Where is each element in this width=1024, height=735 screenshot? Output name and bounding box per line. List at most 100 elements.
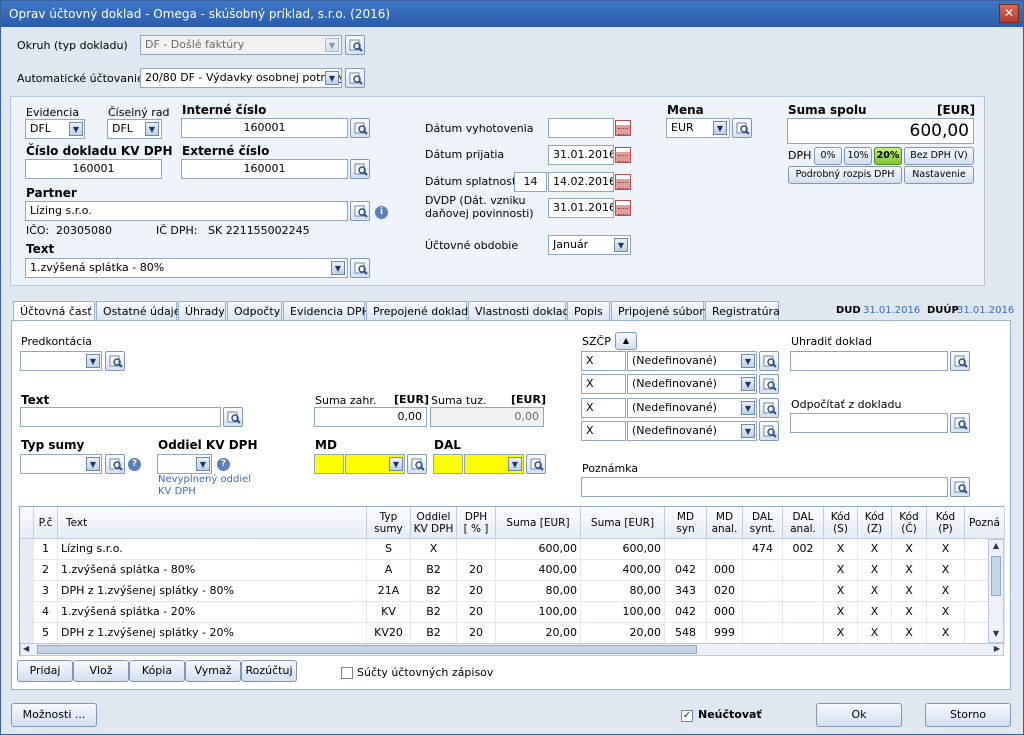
szcp-select-3[interactable]: (Nedefinované) (627, 398, 757, 418)
row-selector[interactable] (20, 560, 34, 581)
table-cell[interactable]: X (824, 602, 858, 623)
chevron-down-icon[interactable]: ▼ (741, 377, 755, 391)
column-header[interactable]: Suma [EUR] (496, 507, 581, 539)
table-cell[interactable]: 3 (34, 581, 58, 602)
kv-dph-input[interactable]: 160001 (25, 159, 162, 179)
table-cell[interactable]: X (858, 623, 892, 644)
szcp-x-1[interactable]: X (581, 351, 626, 371)
lookup-icon[interactable] (350, 201, 370, 221)
column-header[interactable]: Kód (Z) (858, 507, 892, 539)
tab-uctovna-cast[interactable]: Účtovná časť (13, 301, 95, 322)
table-cell[interactable]: 400,00 (496, 560, 581, 581)
row-selector[interactable] (20, 623, 34, 644)
table-cell[interactable]: 474 (743, 539, 783, 560)
dph-20-button[interactable]: 20% (874, 147, 902, 165)
interne-cislo-input[interactable]: 160001 (181, 118, 348, 138)
table-cell[interactable]: 600,00 (496, 539, 581, 560)
lookup-icon[interactable] (407, 454, 427, 474)
table-cell[interactable]: X (892, 602, 927, 623)
column-header[interactable]: P.č (34, 507, 58, 539)
table-cell[interactable]: 20 (457, 602, 496, 623)
table-cell[interactable]: X (892, 560, 927, 581)
ok-button[interactable]: Ok (816, 703, 902, 727)
chevron-down-icon[interactable]: ▼ (389, 457, 403, 471)
kopia-button[interactable]: Kópia (129, 660, 185, 682)
scroll-right-icon[interactable]: ▶ (994, 644, 1000, 653)
row-selector[interactable] (20, 581, 34, 602)
lookup-icon[interactable] (350, 118, 370, 138)
column-header[interactable]: DAL anal. (783, 507, 824, 539)
table-cell[interactable]: X (927, 560, 965, 581)
column-header[interactable]: Typ sumy (367, 507, 411, 539)
table-cell[interactable]: KV20 (367, 623, 411, 644)
chevron-down-icon[interactable]: ▼ (741, 354, 755, 368)
table-cell[interactable]: 1 (34, 539, 58, 560)
szcp-x-4[interactable]: X (581, 421, 626, 441)
text-select[interactable]: 1.zvýšená splátka - 80% (25, 258, 348, 278)
collapse-up-icon[interactable]: ▲ (615, 332, 637, 350)
lookup-icon[interactable] (950, 413, 970, 433)
table-cell[interactable]: 5 (34, 623, 58, 644)
table-cell[interactable]: S (367, 539, 411, 560)
chevron-down-icon[interactable]: ▼ (508, 457, 522, 471)
info-icon[interactable]: i (375, 206, 388, 219)
table-cell[interactable]: B2 (411, 602, 457, 623)
table-cell[interactable]: 042 (665, 560, 707, 581)
table-cell[interactable]: 80,00 (581, 581, 665, 602)
body-text-input[interactable] (20, 407, 221, 427)
table-cell[interactable]: 548 (665, 623, 707, 644)
calendar-icon[interactable] (615, 147, 631, 163)
close-button[interactable]: ✕ (999, 4, 1019, 23)
table-cell[interactable]: 21A (367, 581, 411, 602)
rozuctuj-button[interactable]: Rozúčtuj (241, 660, 297, 682)
szcp-select-4[interactable]: (Nedefinované) (627, 421, 757, 441)
podrobny-rozpis-button[interactable]: Podrobný rozpis DPH (788, 166, 902, 184)
column-header[interactable]: Kód (Č) (892, 507, 927, 539)
column-header[interactable]: DPH [ % ] (457, 507, 496, 539)
auto-uctovanie-select[interactable]: 20/80 DF - Výdavky osobnej potreby (140, 68, 342, 88)
chevron-down-icon[interactable]: ▼ (331, 261, 345, 275)
scroll-up-icon[interactable]: ▲ (990, 541, 1002, 553)
column-header[interactable]: Kód (P) (927, 507, 965, 539)
table-cell[interactable] (783, 602, 824, 623)
table-cell[interactable]: 20,00 (581, 623, 665, 644)
table-cell[interactable]: A (367, 560, 411, 581)
scroll-left-icon[interactable]: ◀ (23, 644, 29, 653)
column-header[interactable]: Pozná (965, 507, 1005, 539)
lookup-icon[interactable] (105, 351, 125, 371)
chevron-down-icon[interactable]: ▼ (741, 424, 755, 438)
neuctovat-checkbox[interactable]: ✓ (681, 710, 693, 722)
table-cell[interactable]: 020 (707, 581, 743, 602)
help-icon[interactable]: ? (128, 458, 141, 471)
table-cell[interactable]: X (824, 581, 858, 602)
table-cell[interactable] (457, 539, 496, 560)
table-cell[interactable]: 80,00 (496, 581, 581, 602)
lookup-icon[interactable] (950, 351, 970, 371)
vloz-button[interactable]: Vlož (73, 660, 129, 682)
storno-button[interactable]: Storno (925, 703, 1011, 727)
table-cell[interactable]: X (892, 581, 927, 602)
column-header[interactable]: Kód (S) (824, 507, 858, 539)
chevron-down-icon[interactable]: ▼ (741, 401, 755, 415)
moznosti-button[interactable]: Možnosti ... (11, 703, 97, 727)
table-cell[interactable]: B2 (411, 623, 457, 644)
tab-vlastnosti-dokladu[interactable]: Vlastnosti dokladu (468, 301, 577, 321)
dph-0-button[interactable]: 0% (814, 147, 842, 165)
table-cell[interactable]: X (927, 602, 965, 623)
szcp-x-3[interactable]: X (581, 398, 626, 418)
szcp-x-2[interactable]: X (581, 374, 626, 394)
table-cell[interactable]: 20 (457, 581, 496, 602)
lookup-icon[interactable] (223, 407, 243, 427)
md-syn-input[interactable] (314, 454, 344, 474)
poznamka-input[interactable] (581, 477, 948, 497)
column-header[interactable]: DAL synt. (743, 507, 783, 539)
table-cell[interactable]: 600,00 (581, 539, 665, 560)
table-cell[interactable]: 400,00 (581, 560, 665, 581)
column-header[interactable]: MD anal. (707, 507, 743, 539)
lookup-icon[interactable] (759, 351, 779, 371)
suma-spolu-input[interactable]: 600,00 (787, 118, 974, 144)
entries-table[interactable]: P.č Text Typ sumy Oddiel KV DPH DPH [ % ] Sum… (19, 506, 1005, 656)
table-cell[interactable] (665, 539, 707, 560)
vertical-scrollbar[interactable]: ▲ ▼ (988, 539, 1004, 643)
table-cell[interactable]: B2 (411, 560, 457, 581)
